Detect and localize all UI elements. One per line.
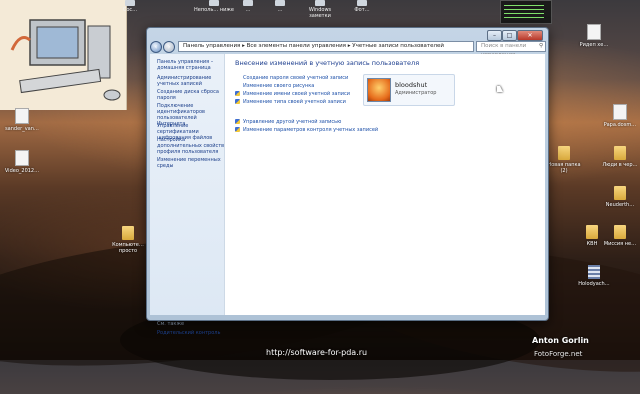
main-content: Внесение изменений в учетную запись поль…: [225, 54, 545, 315]
desktop-icon[interactable]: sander_van…: [2, 108, 42, 132]
folder-icon: [122, 226, 134, 240]
desktop-icon[interactable]: Neuderth…: [600, 186, 640, 208]
desktop-icon[interactable]: Новая папка (2): [544, 146, 584, 174]
system-monitor-gadget: [500, 0, 552, 24]
user-account-card[interactable]: bloodshut Администратор: [363, 74, 455, 106]
folder-icon: [614, 146, 626, 160]
address-bar[interactable]: Панель управления ▸ Все элементы панели …: [178, 41, 474, 52]
desktop-icon-label: Video_2012…: [4, 168, 40, 174]
uac-shield-icon: [235, 91, 240, 96]
desktop-icon-label: Компьюте… просто: [112, 242, 144, 254]
minimize-button[interactable]: –: [487, 30, 502, 41]
app-icon: [357, 0, 367, 6]
folder-icon: [586, 225, 598, 239]
forward-arrow-icon: ›: [167, 43, 171, 51]
top-icon[interactable]: Сос…: [110, 0, 150, 13]
back-button[interactable]: ‹: [150, 41, 162, 53]
app-icon: [275, 0, 285, 6]
desktop-icon[interactable]: Люди в чер…: [600, 146, 640, 168]
desktop-icon-label: Ридеп хе…: [579, 42, 609, 48]
document-icon: [587, 24, 601, 40]
navigation-bar: ‹ › Панель управления ▸ Все элементы пан…: [150, 41, 546, 58]
desktop-icon-label: Новая папка (2): [547, 162, 581, 174]
top-icon[interactable]: Windows заметки: [300, 0, 340, 19]
desktop-icon[interactable]: Papa.dosm…: [600, 104, 640, 128]
parental-controls-link[interactable]: Родительский контроль: [157, 330, 220, 336]
top-icon-label: …: [245, 7, 251, 13]
change-picture-link[interactable]: Изменение своего рисунка: [243, 83, 314, 89]
folder-icon: [558, 146, 570, 160]
desktop-icon[interactable]: Компьюте… просто: [108, 226, 148, 254]
sidebar-home-link[interactable]: Панель управления – домашняя страница: [157, 59, 225, 71]
folder-icon: [614, 186, 626, 200]
document-icon: [613, 104, 627, 120]
desktop-icon-label: sander_van…: [5, 126, 39, 132]
page-title: Внесение изменений в учетную запись поль…: [235, 59, 420, 67]
sidebar-item-profile-settings[interactable]: Настройка дополнительных свойств профиля…: [157, 137, 225, 155]
computer-clipart: [0, 0, 127, 110]
document-icon: [15, 108, 29, 124]
top-desktop-icons: Сос… Неполь… ниже … … Windows заметки Фо…: [110, 0, 460, 19]
sidebar-item-admin-accounts[interactable]: Администрирование учетных записей: [157, 75, 225, 87]
app-icon: [243, 0, 253, 6]
top-icon-label: Сос…: [122, 7, 138, 13]
desktop-icon[interactable]: Миссия не…: [600, 225, 640, 247]
uac-shield-icon: [235, 99, 240, 104]
change-account-name-link[interactable]: Изменение имени своей учетной записи: [243, 91, 350, 97]
folder-icon: [614, 225, 626, 239]
watermark-url: http://software-for-pda.ru: [266, 348, 368, 357]
top-icon[interactable]: Фот…: [342, 0, 382, 13]
user-name: bloodshut: [395, 81, 428, 89]
desktop-icon-label: Papa.dosm…: [603, 122, 637, 128]
desktop-icon[interactable]: Video_2012…: [2, 150, 42, 174]
watermark-author: Anton Gorlin: [532, 336, 589, 345]
sidebar-item-reset-disk[interactable]: Создание диска сброса пароля: [157, 89, 225, 101]
top-icon-label: …: [277, 7, 283, 13]
manage-other-account-link[interactable]: Управление другой учетной записью: [243, 119, 341, 125]
change-account-type-link[interactable]: Изменение типа своей учетной записи: [243, 99, 346, 105]
desktop-icon[interactable]: Holodyach…: [574, 265, 614, 287]
window-controls: – □ ✕: [487, 30, 543, 41]
video-file-icon: [15, 150, 29, 166]
back-arrow-icon: ‹: [154, 43, 158, 51]
watermark-brand: FotoForge.net: [534, 350, 583, 358]
see-also-label: См. также: [157, 321, 185, 327]
maximize-button[interactable]: □: [502, 30, 517, 41]
search-input[interactable]: Поиск в панели управления⚲: [476, 41, 546, 58]
top-icon[interactable]: …: [260, 0, 300, 13]
desktop-icon[interactable]: Ридеп хе…: [574, 24, 614, 48]
app-icon: [315, 0, 325, 6]
uac-shield-icon: [235, 119, 240, 124]
mouse-cursor-icon: [497, 86, 503, 92]
parental-controls-label: Родительский контроль: [157, 330, 221, 336]
app-icon: [209, 0, 219, 6]
forward-button[interactable]: ›: [163, 41, 175, 53]
desktop-icon-label: Миссия не…: [603, 241, 637, 247]
close-button[interactable]: ✕: [517, 30, 543, 41]
top-icon-label: Windows заметки: [308, 7, 332, 19]
uac-shield-icon: [235, 127, 240, 132]
search-icon: ⚲: [538, 43, 543, 49]
desktop-icon-label: Holodyach…: [578, 281, 610, 287]
user-role: Администратор: [395, 90, 437, 96]
sidebar-item-env-variables[interactable]: Изменение переменных среды: [157, 157, 225, 169]
app-icon: [125, 0, 135, 6]
desktop-icon-label: КВН: [586, 241, 598, 247]
archive-icon: [588, 265, 600, 279]
control-panel-window: – □ ✕ ‹ › Панель управления ▸ Все элементы…: [146, 27, 549, 336]
avatar: [367, 78, 391, 102]
desktop-icon-label: Neuderth…: [605, 202, 635, 208]
uac-settings-link[interactable]: Изменение параметров контроля учетных за…: [243, 127, 378, 133]
desktop-icon-label: Люди в чер…: [602, 162, 638, 168]
create-password-link[interactable]: Создание пароля своей учетной записи: [243, 75, 348, 81]
sidebar: Панель управления – домашняя страница Ад…: [150, 54, 225, 336]
top-icon-label: Фот…: [354, 7, 370, 13]
